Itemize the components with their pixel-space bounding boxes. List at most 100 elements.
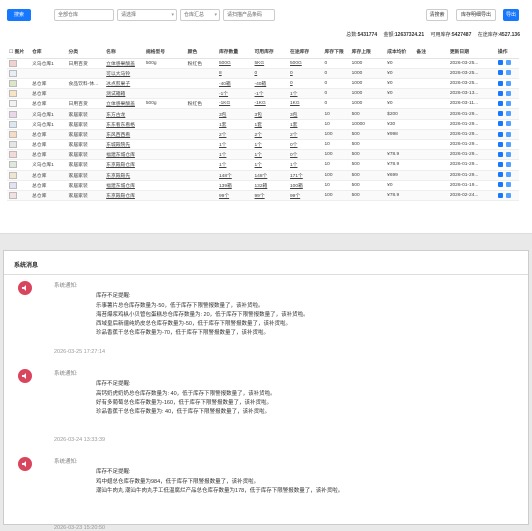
- product-name-link[interactable]: 立体感果酸盖: [104, 98, 144, 110]
- warehouse-input[interactable]: 全部仓库: [54, 9, 114, 21]
- table-cell[interactable]: 1套: [288, 119, 323, 130]
- product-name-link[interactable]: 可以大马铃: [104, 68, 144, 79]
- product-name-link[interactable]: 福建东城仓库: [104, 180, 144, 191]
- export-detail-button[interactable]: 库存明细导出: [456, 9, 496, 21]
- detail-icon[interactable]: [505, 162, 511, 168]
- detail-icon[interactable]: [505, 131, 511, 137]
- table-cell[interactable]: 0: [288, 78, 323, 90]
- table-cell[interactable]: 3包: [288, 108, 323, 120]
- product-name-link[interactable]: 福建东城仓库: [104, 149, 144, 161]
- table-cell[interactable]: 0个: [288, 149, 323, 161]
- table-cell[interactable]: -1个: [216, 88, 253, 100]
- product-name-link[interactable]: 冰点煎果子: [104, 78, 144, 90]
- product-name-link[interactable]: 东京殿殿先: [104, 170, 144, 181]
- table-cell[interactable]: 1个: [216, 149, 253, 161]
- edit-icon[interactable]: [497, 131, 503, 137]
- product-name-link[interactable]: 东京殿殿仓库: [104, 159, 144, 171]
- edit-icon[interactable]: [497, 121, 503, 127]
- table-cell[interactable]: -40箱: [252, 78, 289, 90]
- table-cell[interactable]: 2个: [216, 129, 253, 141]
- table-cell[interactable]: 2个: [288, 129, 323, 141]
- table-cell[interactable]: 0: [252, 68, 289, 79]
- detail-icon[interactable]: [505, 70, 511, 76]
- edit-icon[interactable]: [497, 192, 503, 198]
- table-cell[interactable]: 5KG: [252, 58, 289, 69]
- table-cell[interactable]: -40箱: [216, 78, 253, 90]
- table-cell[interactable]: 3包: [252, 108, 289, 120]
- table-cell: [143, 180, 186, 191]
- table-cell[interactable]: 99个: [288, 190, 323, 202]
- detail-icon[interactable]: [505, 151, 511, 157]
- table-cell[interactable]: 1个: [288, 159, 323, 171]
- detail-icon[interactable]: [505, 80, 511, 86]
- table-cell[interactable]: 2个: [252, 129, 289, 141]
- edit-icon[interactable]: [497, 141, 503, 147]
- actions-cell: [495, 119, 519, 130]
- table-cell[interactable]: 1个: [216, 159, 253, 171]
- table-cell[interactable]: 132箱: [252, 180, 289, 191]
- table-cell: 500: [349, 129, 386, 141]
- table-cell[interactable]: 1个: [288, 88, 323, 100]
- detail-icon[interactable]: [505, 172, 511, 178]
- edit-icon[interactable]: [497, 100, 503, 106]
- category-select[interactable]: 请选择 ▾: [117, 9, 177, 21]
- table-cell[interactable]: 1套: [252, 119, 289, 130]
- product-name-link[interactable]: 测试箱箱: [104, 88, 144, 100]
- table-cell[interactable]: 1套: [216, 119, 253, 130]
- table-cell: [143, 78, 186, 90]
- edit-icon[interactable]: [497, 182, 503, 188]
- edit-icon[interactable]: [497, 162, 503, 168]
- detail-icon[interactable]: [505, 100, 511, 106]
- product-name-link[interactable]: 东城殿院先: [104, 139, 144, 151]
- column-header: 成本均价: [385, 46, 415, 59]
- table-cell[interactable]: 148个: [252, 170, 289, 181]
- table-cell[interactable]: 500G: [216, 58, 253, 69]
- product-name-link[interactable]: 东方古龙: [104, 108, 144, 120]
- detail-icon[interactable]: [505, 60, 511, 66]
- product-name-link[interactable]: 立体感果酸盖: [104, 58, 144, 69]
- clear-search-button[interactable]: 清搜索: [426, 9, 448, 21]
- detail-icon[interactable]: [505, 141, 511, 147]
- table-cell[interactable]: 99个: [216, 190, 253, 202]
- table-cell: ¥0: [385, 180, 415, 191]
- product-name-link[interactable]: 东风西西看: [104, 129, 144, 141]
- summary-select[interactable]: 仓库汇总 ▾: [180, 9, 220, 21]
- table-cell[interactable]: 0: [288, 68, 323, 79]
- edit-icon[interactable]: [497, 60, 503, 66]
- table-cell[interactable]: 139箱: [216, 180, 253, 191]
- detail-icon[interactable]: [505, 111, 511, 117]
- table-cell[interactable]: -1个: [252, 88, 289, 100]
- table-cell[interactable]: 8: [216, 68, 253, 79]
- table-cell[interactable]: 1个: [252, 149, 289, 161]
- table-cell[interactable]: 99个: [252, 190, 289, 202]
- table-cell: [385, 139, 415, 151]
- edit-icon[interactable]: [497, 111, 503, 117]
- product-name-link[interactable]: 东东看东看格: [104, 119, 144, 130]
- table-cell[interactable]: 171个: [288, 170, 323, 181]
- table-cell[interactable]: 500G: [288, 58, 323, 69]
- detail-icon[interactable]: [505, 90, 511, 96]
- table-cell[interactable]: 1个: [252, 139, 289, 151]
- barcode-input[interactable]: 请扫描产品条码: [223, 9, 275, 21]
- table-cell[interactable]: -1KG: [252, 98, 289, 110]
- detail-icon[interactable]: [505, 121, 511, 127]
- actions-cell: [495, 149, 519, 161]
- detail-icon[interactable]: [505, 182, 511, 188]
- table-cell[interactable]: 3包: [216, 108, 253, 120]
- search-button[interactable]: 搜索: [7, 9, 31, 21]
- table-cell[interactable]: 1个: [252, 159, 289, 171]
- edit-icon[interactable]: [497, 151, 503, 157]
- edit-icon[interactable]: [497, 70, 503, 76]
- table-cell[interactable]: 148个: [216, 170, 253, 181]
- table-cell[interactable]: 1个: [216, 139, 253, 151]
- table-cell[interactable]: 100箱: [288, 180, 323, 191]
- edit-icon[interactable]: [497, 80, 503, 86]
- product-name-link[interactable]: 东京殿殿仓库: [104, 190, 144, 202]
- table-cell[interactable]: 0个: [288, 139, 323, 151]
- export-button[interactable]: 导出: [503, 9, 519, 21]
- edit-icon[interactable]: [497, 90, 503, 96]
- detail-icon[interactable]: [505, 192, 511, 198]
- edit-icon[interactable]: [497, 172, 503, 178]
- table-cell[interactable]: -1KG: [216, 98, 253, 110]
- table-cell[interactable]: 1KG: [288, 98, 323, 110]
